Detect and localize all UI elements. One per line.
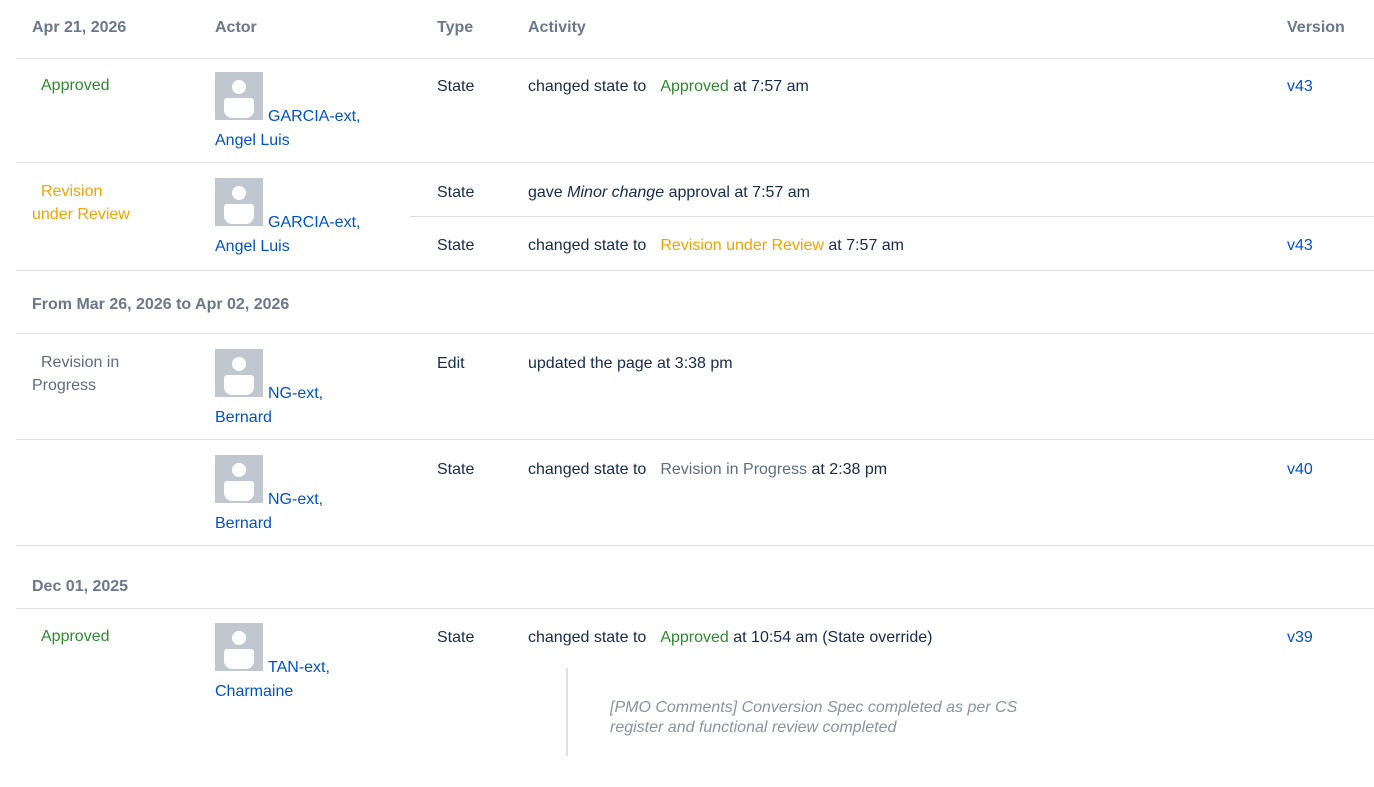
entry-type: State (437, 461, 475, 478)
activity-text: changed state to Approved at 7:57 am (528, 78, 809, 95)
default-avatar-icon[interactable] (215, 349, 263, 397)
row-divider (16, 608, 1374, 609)
version-link[interactable]: v39 (1287, 628, 1313, 648)
default-avatar-icon[interactable] (215, 72, 263, 120)
version-column-header: Version (1287, 19, 1345, 36)
state-change-comment: [PMO Comments] Conversion Spec completed… (566, 668, 1126, 756)
actor-link[interactable]: Bernard (215, 514, 272, 534)
state-badge-revision-in-progress: Progress (32, 377, 97, 394)
row-divider (16, 333, 1374, 334)
entry-type: State (437, 629, 475, 646)
entry-type: Edit (437, 355, 465, 372)
state-badge-revision-in-progress: Revision in (41, 354, 120, 371)
date-group-label: Dec 01, 2025 (32, 578, 129, 595)
row-divider (16, 545, 1374, 546)
version-link[interactable]: v43 (1287, 236, 1313, 256)
activity-text: changed state to Approved at 10:54 am (St… (528, 629, 933, 646)
activity-text: changed state to Revision under Review at… (528, 237, 905, 254)
actor-link[interactable]: TAN-ext, (268, 658, 330, 678)
default-avatar-icon[interactable] (215, 455, 263, 503)
header-divider (16, 58, 1374, 59)
activity-text: updated the page at 3:38 pm (528, 355, 733, 372)
state-badge-revision-under-review: under Review (32, 206, 130, 223)
state-badge-approved: Approved (41, 77, 110, 94)
entry-type: State (437, 184, 475, 201)
default-avatar-icon[interactable] (215, 623, 263, 671)
state-badge-revision-under-review: Revision (41, 183, 103, 200)
date-column-header: Apr 21, 2026 (32, 19, 127, 36)
comment-line: register and functional review completed (610, 719, 897, 736)
type-column-header: Type (437, 19, 474, 36)
activity-text: changed state to Revision in Progress at … (528, 461, 888, 478)
version-link[interactable]: v43 (1287, 77, 1313, 97)
actor-link[interactable]: GARCIA-ext, (268, 107, 360, 127)
entry-divider (410, 216, 1374, 217)
actor-link[interactable]: Angel Luis (215, 131, 290, 151)
default-avatar-icon[interactable] (215, 178, 263, 226)
actor-link[interactable]: Angel Luis (215, 237, 290, 257)
entry-type: State (437, 78, 475, 95)
actor-column-header: Actor (215, 19, 257, 36)
actor-link[interactable]: NG-ext, (268, 384, 323, 404)
activity-column-header: Activity (528, 19, 586, 36)
actor-link[interactable]: Bernard (215, 408, 272, 428)
comment-line: [PMO Comments] Conversion Spec completed… (610, 699, 1018, 716)
actor-link[interactable]: NG-ext, (268, 490, 323, 510)
state-label-approved: Approved (660, 78, 729, 95)
entry-type: State (437, 237, 475, 254)
state-label-approved: Approved (660, 629, 729, 646)
version-link[interactable]: v40 (1287, 460, 1313, 480)
state-label-revision-under-review: Revision under Review (660, 237, 824, 254)
row-divider (16, 162, 1374, 163)
activity-text: gave Minor change approval at 7:57 am (528, 184, 810, 201)
actor-link[interactable]: Charmaine (215, 682, 293, 702)
row-divider (16, 439, 1374, 440)
row-divider (16, 270, 1374, 271)
state-label-revision-in-progress: Revision in Progress (660, 461, 808, 478)
date-group-label: From Mar 26, 2026 to Apr 02, 2026 (32, 296, 290, 313)
state-badge-approved: Approved (41, 628, 110, 645)
actor-link[interactable]: GARCIA-ext, (268, 213, 360, 233)
